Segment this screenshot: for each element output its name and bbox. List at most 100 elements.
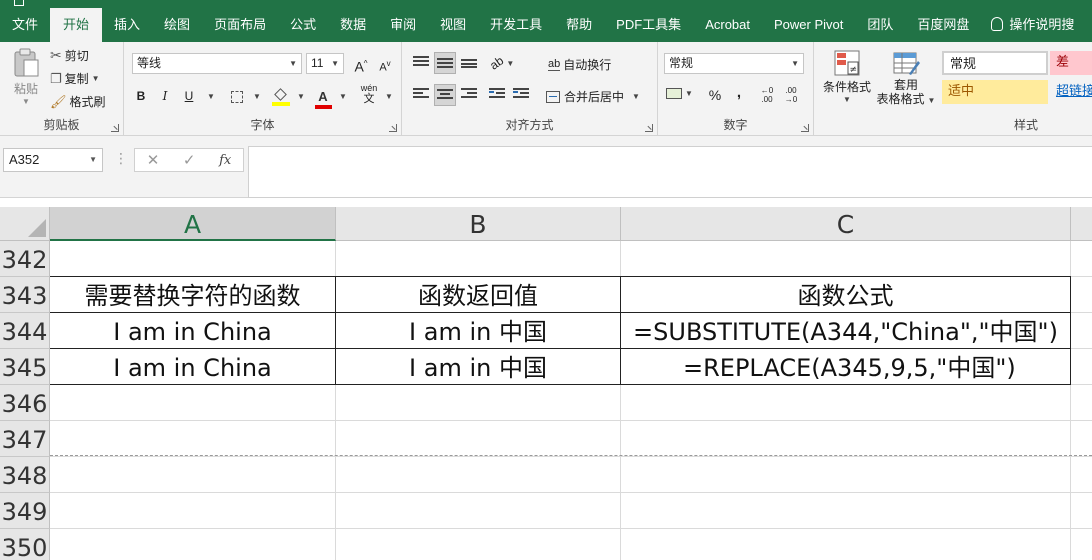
row-header[interactable]: 344 (0, 313, 50, 349)
formula-bar-splitter[interactable]: ⋮ (114, 150, 128, 167)
number-format-select[interactable]: 常规 ▼ (664, 53, 804, 74)
cell-d348[interactable] (1071, 457, 1092, 493)
cell-c342[interactable] (621, 241, 1071, 277)
percent-style-button[interactable]: % (704, 84, 726, 106)
chevron-down-icon[interactable]: ▼ (339, 92, 347, 101)
row-header[interactable]: 349 (0, 493, 50, 529)
cell-a349[interactable] (50, 493, 336, 529)
cell-d349[interactable] (1071, 493, 1092, 529)
cell-a343[interactable]: 需要替换字符的函数 (50, 276, 336, 313)
format-painter-button[interactable]: 🖌 格式刷 (50, 93, 106, 110)
italic-button[interactable]: I (154, 85, 176, 107)
tab-view[interactable]: 视图 (428, 8, 478, 42)
tab-baidu-netdisk[interactable]: 百度网盘 (905, 8, 981, 42)
cell-a344[interactable]: I am in China (50, 313, 336, 349)
cell-b349[interactable] (336, 493, 621, 529)
formula-input[interactable] (248, 146, 1092, 198)
cell-b344[interactable]: I am in 中国 (336, 313, 621, 349)
cell-c346[interactable] (621, 385, 1071, 421)
style-normal[interactable]: 常规 (942, 51, 1048, 75)
phonetic-guide-button[interactable]: wén 文 (356, 83, 382, 105)
accounting-format-button[interactable]: ▼ (666, 88, 693, 99)
decrease-indent-button[interactable] (486, 84, 508, 106)
shrink-font-button[interactable]: Av (374, 53, 396, 75)
cell-d347[interactable] (1071, 421, 1092, 457)
conditional-formatting-button[interactable]: ≠ 条件格式 ▼ (820, 48, 874, 104)
row-header[interactable]: 343 (0, 277, 50, 313)
format-as-table-button[interactable]: 套用 表格格式 ▼ (874, 48, 938, 108)
chevron-down-icon[interactable]: ▼ (297, 92, 305, 101)
cell-c345[interactable]: =REPLACE(A345,9,5,"中国") (621, 349, 1071, 385)
fill-color-button[interactable] (270, 85, 292, 107)
cell-a350[interactable] (50, 529, 336, 560)
tab-formulas[interactable]: 公式 (278, 8, 328, 42)
cell-b342[interactable] (336, 241, 621, 277)
save-icon[interactable] (14, 0, 24, 6)
name-box[interactable]: A352 ▼ (3, 148, 103, 172)
cell-c349[interactable] (621, 493, 1071, 529)
cell-c344[interactable]: =SUBSTITUTE(A344,"China","中国") (621, 313, 1071, 349)
cell-b346[interactable] (336, 385, 621, 421)
style-hyperlink[interactable]: 超链接 (1050, 80, 1092, 104)
bold-button[interactable]: B (130, 85, 152, 107)
style-bad[interactable]: 差 (1050, 51, 1092, 75)
font-size-select[interactable]: 11 ▼ (306, 53, 344, 74)
dialog-launcher-icon[interactable] (645, 124, 653, 132)
tab-draw[interactable]: 绘图 (152, 8, 202, 42)
copy-button[interactable]: ❐ 复制 ▼ (50, 70, 100, 87)
tab-tell-me[interactable]: 操作说明搜 (981, 8, 1086, 42)
cell-d342[interactable] (1071, 241, 1092, 277)
row-header[interactable]: 342 (0, 241, 50, 277)
paste-button[interactable]: 粘贴 ▼ (6, 48, 46, 106)
cell-c350[interactable] (621, 529, 1071, 560)
tab-data[interactable]: 数据 (328, 8, 378, 42)
align-left-button[interactable] (410, 84, 432, 106)
row-header[interactable]: 348 (0, 457, 50, 493)
align-top-button[interactable] (410, 52, 432, 74)
row-header[interactable]: 350 (0, 529, 50, 560)
dialog-launcher-icon[interactable] (389, 124, 397, 132)
tab-page-layout[interactable]: 页面布局 (202, 8, 278, 42)
chevron-down-icon[interactable]: ▼ (385, 92, 393, 101)
grow-font-button[interactable]: A^ (350, 53, 372, 75)
cancel-icon[interactable]: ✕ (147, 151, 160, 169)
tab-team[interactable]: 团队 (855, 8, 905, 42)
chevron-down-icon[interactable]: ▼ (253, 92, 261, 101)
cut-button[interactable]: ✂ 剪切 (50, 47, 89, 64)
cell-d350[interactable] (1071, 529, 1092, 560)
cell-d344[interactable] (1071, 313, 1092, 349)
cell-d345[interactable] (1071, 349, 1092, 385)
borders-button[interactable] (226, 85, 248, 107)
cell-d343[interactable] (1071, 277, 1092, 313)
tab-power-pivot[interactable]: Power Pivot (762, 8, 855, 42)
cell-a345[interactable]: I am in China (50, 349, 336, 385)
select-all-button[interactable] (0, 207, 50, 241)
tab-insert[interactable]: 插入 (102, 8, 152, 42)
cell-b350[interactable] (336, 529, 621, 560)
cell-b348[interactable] (336, 457, 621, 493)
cell-c343[interactable]: 函数公式 (621, 276, 1071, 313)
increase-decimal-button[interactable]: ←0.00 (756, 84, 778, 106)
cell-a347[interactable] (50, 421, 336, 457)
underline-button[interactable]: U (178, 85, 200, 107)
column-header-d[interactable] (1071, 207, 1092, 241)
comma-style-button[interactable]: , (728, 82, 750, 104)
cell-a348[interactable] (50, 457, 336, 493)
dialog-launcher-icon[interactable] (111, 124, 119, 132)
tab-home[interactable]: 开始 (50, 8, 103, 42)
column-header-b[interactable]: B (336, 207, 621, 241)
tab-review[interactable]: 审阅 (378, 8, 428, 42)
row-header[interactable]: 347 (0, 421, 50, 457)
column-header-c[interactable]: C (621, 207, 1071, 241)
align-right-button[interactable] (458, 84, 480, 106)
dialog-launcher-icon[interactable] (801, 124, 809, 132)
tab-file[interactable]: 文件 (0, 8, 50, 42)
insert-function-icon[interactable]: fx (219, 153, 231, 168)
wrap-text-button[interactable]: ab 自动换行 (548, 56, 611, 73)
column-header-a[interactable]: A (50, 207, 336, 241)
tab-developer[interactable]: 开发工具 (478, 8, 554, 42)
cell-a346[interactable] (50, 385, 336, 421)
increase-indent-button[interactable] (510, 84, 532, 106)
orientation-button[interactable]: ab ▼ (487, 53, 514, 72)
row-header[interactable]: 346 (0, 385, 50, 421)
